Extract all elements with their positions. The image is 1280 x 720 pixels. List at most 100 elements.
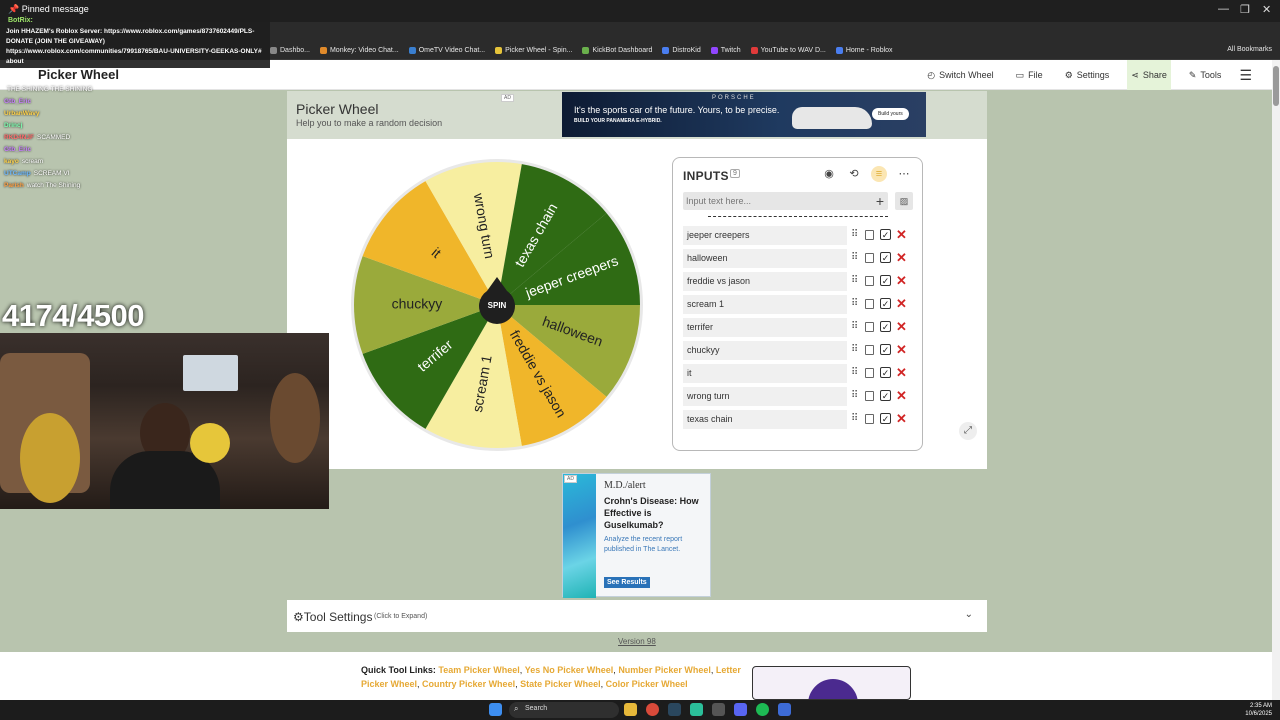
checkbox-icon[interactable]: ✓	[880, 298, 891, 309]
drag-handle-icon[interactable]: ⠿	[851, 390, 858, 401]
entry-label[interactable]: jeeper creepers	[687, 230, 750, 240]
app-icon[interactable]	[778, 703, 791, 716]
nav-file[interactable]: ▭ File	[1012, 60, 1047, 90]
scrollbar-thumb[interactable]	[1273, 66, 1279, 106]
app-icon[interactable]	[690, 703, 703, 716]
entry-row[interactable]: it ⠿ ✓ ✕	[683, 362, 918, 385]
taskbar-search[interactable]: ⌕ Search	[509, 702, 619, 718]
version-link[interactable]: Version 98	[618, 637, 656, 646]
site-brand[interactable]: Picker Wheel	[38, 67, 119, 82]
entry-label[interactable]: halloween	[687, 253, 728, 263]
duplicate-icon[interactable]	[865, 368, 874, 378]
entry-row[interactable]: terrifer ⠿ ✓ ✕	[683, 316, 918, 339]
bookmark-item[interactable]: Monkey: Video Chat...	[319, 47, 399, 54]
duplicate-icon[interactable]	[865, 391, 874, 401]
checkbox-icon[interactable]: ✓	[880, 275, 891, 286]
bookmark-item[interactable]: Dashbo...	[270, 47, 310, 54]
entry-row[interactable]: texas chain ⠿ ✓ ✕	[683, 408, 918, 431]
quick-link[interactable]: Number Picker Wheel	[618, 665, 711, 675]
duplicate-icon[interactable]	[865, 322, 874, 332]
tool-settings-bar[interactable]: ⚙Tool Settings (Click to Expand) ⌄	[287, 600, 987, 632]
discord-icon[interactable]	[734, 703, 747, 716]
drag-handle-icon[interactable]: ⠿	[851, 298, 858, 309]
app-icon[interactable]	[712, 703, 725, 716]
entry-label[interactable]: terrifer	[687, 322, 713, 332]
nav-settings[interactable]: ⚙ Settings	[1061, 60, 1114, 90]
entry-label[interactable]: chuckyy	[687, 345, 720, 355]
bookmark-item[interactable]: KickBot Dashboard	[582, 47, 652, 54]
porsche-ad[interactable]: PORSCHE It's the sports car of the futur…	[562, 92, 926, 137]
entry-label[interactable]: texas chain	[687, 414, 733, 424]
checkbox-icon[interactable]: ✓	[880, 321, 891, 332]
delete-icon[interactable]: ✕	[896, 250, 907, 266]
drag-handle-icon[interactable]: ⠿	[851, 367, 858, 378]
mdalert-ad[interactable]: AD M.D./alert Crohn's Disease: How Effec…	[562, 473, 711, 598]
nav-tools[interactable]: ✎ Tools	[1185, 60, 1226, 90]
bookmark-item[interactable]: Twitch	[710, 47, 741, 54]
all-bookmarks-link[interactable]: All Bookmarks	[1227, 46, 1272, 53]
entry-row[interactable]: scream 1 ⠿ ✓ ✕	[683, 293, 918, 316]
entry-row[interactable]: jeeper creepers ⠿ ✓ ✕	[683, 224, 918, 247]
delete-icon[interactable]: ✕	[896, 296, 907, 312]
drag-handle-icon[interactable]: ⠿	[851, 275, 858, 286]
spotify-icon[interactable]	[756, 703, 769, 716]
shuffle-icon[interactable]: ⟲	[846, 166, 862, 182]
checkbox-icon[interactable]: ✓	[880, 252, 891, 263]
delete-icon[interactable]: ✕	[896, 227, 907, 243]
file-explorer-icon[interactable]	[624, 703, 637, 716]
drag-handle-icon[interactable]: ⠿	[851, 321, 858, 332]
fullscreen-icon[interactable]: ⤢	[959, 422, 977, 440]
entry-label[interactable]: it	[687, 368, 692, 378]
more-options-icon[interactable]: ⋯	[896, 166, 912, 182]
entry-label[interactable]: wrong turn	[687, 391, 730, 401]
hamburger-menu-icon[interactable]: ☰	[1239, 67, 1252, 84]
checkbox-icon[interactable]: ✓	[880, 413, 891, 424]
duplicate-icon[interactable]	[865, 414, 874, 424]
entry-row[interactable]: freddie vs jason ⠿ ✓ ✕	[683, 270, 918, 293]
entry-row[interactable]: chuckyy ⠿ ✓ ✕	[683, 339, 918, 362]
nav-share[interactable]: ⋖ Share	[1127, 60, 1171, 90]
chrome-icon[interactable]	[646, 703, 659, 716]
page-scrollbar[interactable]	[1272, 60, 1280, 700]
ad-cta-button[interactable]: See Results	[604, 577, 650, 588]
delete-icon[interactable]: ✕	[896, 411, 907, 427]
delete-icon[interactable]: ✕	[896, 365, 907, 381]
duplicate-icon[interactable]	[865, 230, 874, 240]
delete-icon[interactable]: ✕	[896, 342, 907, 358]
checkbox-icon[interactable]: ✓	[880, 367, 891, 378]
checkbox-icon[interactable]: ✓	[880, 390, 891, 401]
entry-row[interactable]: wrong turn ⠿ ✓ ✕	[683, 385, 918, 408]
checkbox-icon[interactable]: ✓	[880, 229, 891, 240]
image-icon[interactable]: ▨	[895, 192, 913, 210]
quick-link[interactable]: Yes No Picker Wheel	[525, 665, 614, 675]
sort-icon[interactable]: ≡	[871, 166, 887, 182]
picker-wheel[interactable]: jeeper creepershalloweenfreddie vs jason…	[347, 155, 647, 455]
bookmark-item[interactable]: OmeTV Video Chat...	[408, 47, 485, 54]
duplicate-icon[interactable]	[865, 253, 874, 263]
duplicate-icon[interactable]	[865, 345, 874, 355]
system-clock[interactable]: 2:35 AM 10/6/2025	[1245, 702, 1272, 718]
bookmark-item[interactable]: DistroKid	[662, 47, 701, 54]
ad-cta-button[interactable]: Build yours	[872, 108, 909, 120]
bookmark-item[interactable]: Home - Roblox	[835, 47, 893, 54]
bookmark-item[interactable]: YouTube to WAV D...	[750, 47, 826, 54]
delete-icon[interactable]: ✕	[896, 388, 907, 404]
spin-label[interactable]: SPIN	[488, 301, 507, 310]
duplicate-icon[interactable]	[865, 299, 874, 309]
delete-icon[interactable]: ✕	[896, 319, 907, 335]
drag-handle-icon[interactable]: ⠿	[851, 344, 858, 355]
promo-banner[interactable]	[752, 666, 911, 700]
windows-start-icon[interactable]	[489, 703, 502, 716]
quick-link[interactable]: Team Picker Wheel	[438, 665, 519, 675]
duplicate-icon[interactable]	[865, 276, 874, 286]
minimize-icon[interactable]: —	[1218, 3, 1229, 15]
entry-label[interactable]: freddie vs jason	[687, 276, 750, 286]
drag-handle-icon[interactable]: ⠿	[851, 229, 858, 240]
entry-label[interactable]: scream 1	[687, 299, 724, 309]
checkbox-icon[interactable]: ✓	[880, 344, 891, 355]
entry-text-input[interactable]	[686, 194, 856, 208]
bookmark-item[interactable]: Picker Wheel - Spin...	[495, 47, 572, 54]
eye-icon[interactable]: ◉	[821, 166, 837, 182]
maximize-icon[interactable]: ❐	[1240, 3, 1250, 16]
delete-icon[interactable]: ✕	[896, 273, 907, 289]
